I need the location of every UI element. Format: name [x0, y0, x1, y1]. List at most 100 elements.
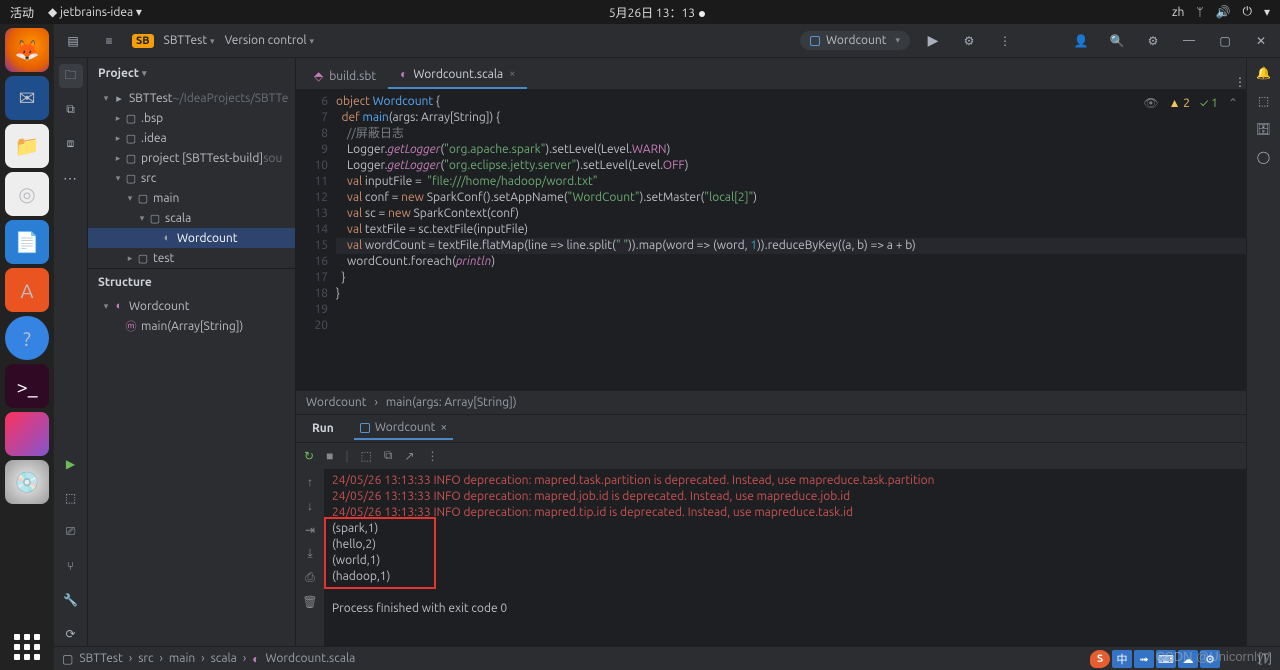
tree-node[interactable]: ▾▢scala	[88, 208, 295, 228]
dock-thunderbird[interactable]: ✉	[5, 76, 49, 120]
structure-tool-icon[interactable]: ⧉	[59, 98, 83, 122]
ime-cloud[interactable]: ☁	[1178, 650, 1198, 668]
system-menu-caret[interactable]: ▾	[1264, 5, 1270, 19]
activities-label[interactable]: 活动	[10, 4, 34, 21]
console-output[interactable]: 24/05/26 13:13:33 INFO deprecation: mapr…	[324, 469, 1246, 646]
project-selector[interactable]: SBTTest▾	[164, 34, 215, 47]
scroll-end-icon[interactable]: ⤓	[307, 547, 312, 561]
ime-toolbar[interactable]: S 中 ➟ ⌨ ☁ ⚙	[1090, 648, 1220, 670]
editor-tab[interactable]: ⬘build.sbt	[302, 63, 388, 89]
tabs-more-icon[interactable]: ⋮	[1234, 75, 1246, 89]
close-run-tab-icon[interactable]: ×	[440, 421, 447, 434]
dock-software[interactable]: A	[5, 268, 49, 312]
run-tool-window: Run Wordcount × ↻ ■ | ⬚ ⧉ ↗ ⋮ ↑ ↓ ⇥	[296, 414, 1246, 646]
debug-button[interactable]: ⚙	[956, 28, 982, 54]
run-config-selector[interactable]: Wordcount▾	[800, 31, 910, 50]
left-tool-stripe: 🗀 ⧉ ⧈ ⋯ ▶ ⬚ ⎚ ⑂ 🔧 ⟳	[54, 58, 88, 646]
hamburger-icon[interactable]: ≡	[96, 28, 122, 54]
volume-icon[interactable]: 🔊	[1216, 5, 1231, 19]
run-button[interactable]: ▶	[920, 28, 946, 54]
network-icon[interactable]: ᛘ	[1196, 6, 1203, 19]
tree-node[interactable]: ▸▢project [SBTTest-build] sou	[88, 148, 295, 168]
ime-cn[interactable]: 中	[1112, 650, 1132, 668]
run-tool-icon[interactable]: ▶	[59, 452, 83, 476]
sbt-shell-icon[interactable]: ◯	[1257, 150, 1270, 164]
inspection-caret[interactable]: ⌃	[1228, 96, 1238, 112]
code-editor[interactable]: 67891011121314151617181920 object Wordco…	[296, 90, 1246, 390]
search-everywhere-icon[interactable]: 🔍	[1104, 28, 1130, 54]
more-actions-icon[interactable]: ⋮	[992, 28, 1018, 54]
soft-wrap-icon[interactable]: ⇥	[305, 523, 315, 537]
vcs-selector[interactable]: Version control▾	[225, 34, 314, 47]
clear-icon[interactable]: 🗑	[302, 595, 317, 609]
ok-badge[interactable]: ✓ 1	[1200, 96, 1218, 112]
dock-rhythmbox[interactable]: ◎	[5, 172, 49, 216]
ai-assistant-icon[interactable]: ⬚	[1258, 94, 1269, 108]
dock-files[interactable]: 📁	[5, 124, 49, 168]
terminal-tool-icon[interactable]: ⎚	[59, 520, 83, 544]
status-right[interactable]: [T]	[1258, 652, 1272, 665]
ime-settings[interactable]: ⚙	[1200, 650, 1220, 668]
export-icon[interactable]: ↗	[404, 449, 414, 463]
dock-firefox[interactable]: 🦊	[5, 28, 49, 72]
tree-node[interactable]: ▸▢.idea	[88, 128, 295, 148]
editor-inspections[interactable]: 👁 ▲ 2 ✓ 1 ⌃	[1143, 96, 1238, 112]
dock-libreoffice[interactable]: 📄	[5, 220, 49, 264]
print-icon[interactable]: ⎙	[305, 571, 315, 585]
structure-tree[interactable]: ▾◐Wordcountⓜmain(Array[String])	[88, 296, 295, 336]
editor-tabs: ⬘build.sbt◐Wordcount.scala× ⋮	[296, 58, 1246, 90]
bookmarks-tool-icon[interactable]: ⧈	[59, 132, 83, 156]
tree-node[interactable]: ▾▸SBTTest ~/IdeaProjects/SBTTe	[88, 88, 295, 108]
reader-mode-icon[interactable]: 👁	[1143, 96, 1158, 112]
dock-show-apps[interactable]	[14, 634, 40, 660]
down-icon[interactable]: ↓	[307, 499, 313, 513]
stop-icon[interactable]: ■	[326, 449, 333, 463]
maximize-icon[interactable]: ▢	[1212, 28, 1238, 54]
app-menu[interactable]: ◆ jetbrains-idea ▾	[48, 5, 142, 19]
tree-node[interactable]: ▸▢.bsp	[88, 108, 295, 128]
tree-node[interactable]: ▸▢test	[88, 248, 295, 268]
structure-node[interactable]: ⓜmain(Array[String])	[88, 316, 295, 336]
close-tab-icon[interactable]: ×	[509, 68, 515, 80]
vcs-tool-icon[interactable]: ⑂	[59, 554, 83, 578]
layout-icon[interactable]: ⬚	[361, 449, 372, 463]
dock-help[interactable]: ?	[5, 316, 49, 360]
project-badge: SB	[132, 34, 154, 48]
filter-icon[interactable]: ⧉	[384, 449, 393, 463]
console-line: (hadoop,1)	[332, 569, 1238, 585]
clock: 5月26日 13：13	[609, 7, 695, 20]
ime-kbd[interactable]: ⌨	[1156, 650, 1176, 668]
ime-arrow[interactable]: ➟	[1134, 650, 1154, 668]
code-with-me-icon[interactable]: 👤	[1068, 28, 1094, 54]
dock-disc[interactable]: 💿	[5, 460, 49, 504]
up-icon[interactable]: ↑	[307, 475, 313, 489]
run-more-icon[interactable]: ⋮	[427, 449, 439, 463]
run-config-tab[interactable]: Wordcount ×	[354, 417, 453, 440]
close-icon[interactable]: ✕	[1248, 28, 1274, 54]
nav-breadcrumbs[interactable]: ▢SBTTest› src› main› scala› ◐Wordcount.s…	[62, 652, 355, 666]
rerun-icon[interactable]: ↻	[304, 449, 314, 463]
settings-icon[interactable]: ⚙	[1140, 28, 1166, 54]
debug-tool-icon[interactable]: ⬚	[59, 486, 83, 510]
tree-node[interactable]: ◐Wordcount	[88, 228, 295, 248]
project-tree[interactable]: ▾▸SBTTest ~/IdeaProjects/SBTTe▸▢.bsp▸▢.i…	[88, 88, 295, 268]
build-tool-icon[interactable]: 🔧	[59, 588, 83, 612]
editor-tab[interactable]: ◐Wordcount.scala×	[388, 61, 527, 89]
dock-terminal[interactable]: >_	[5, 364, 49, 408]
lang-indicator[interactable]: zh	[1172, 6, 1184, 19]
dock-intellij[interactable]	[5, 412, 49, 456]
structure-node[interactable]: ▾◐Wordcount	[88, 296, 295, 316]
ime-sogou-icon[interactable]: S	[1090, 650, 1110, 668]
minimize-icon[interactable]: —	[1176, 28, 1202, 54]
power-icon[interactable]: ⏻	[1242, 5, 1252, 19]
main-menu-icon[interactable]: ▤	[60, 28, 86, 54]
notifications-icon[interactable]: 🔔	[1256, 66, 1271, 80]
project-tool-icon[interactable]: 🗀	[59, 64, 83, 88]
tree-node[interactable]: ▾▢main	[88, 188, 295, 208]
more-tools-icon[interactable]: ⋯	[59, 166, 83, 190]
editor-breadcrumbs[interactable]: Wordcount›main(args: Array[String])	[296, 390, 1246, 414]
tree-node[interactable]: ▾▢src	[88, 168, 295, 188]
sbt-tool-icon[interactable]: ⟳	[59, 622, 83, 646]
database-icon[interactable]: 🗄	[1256, 122, 1271, 136]
warnings-badge[interactable]: ▲ 2	[1169, 96, 1190, 112]
